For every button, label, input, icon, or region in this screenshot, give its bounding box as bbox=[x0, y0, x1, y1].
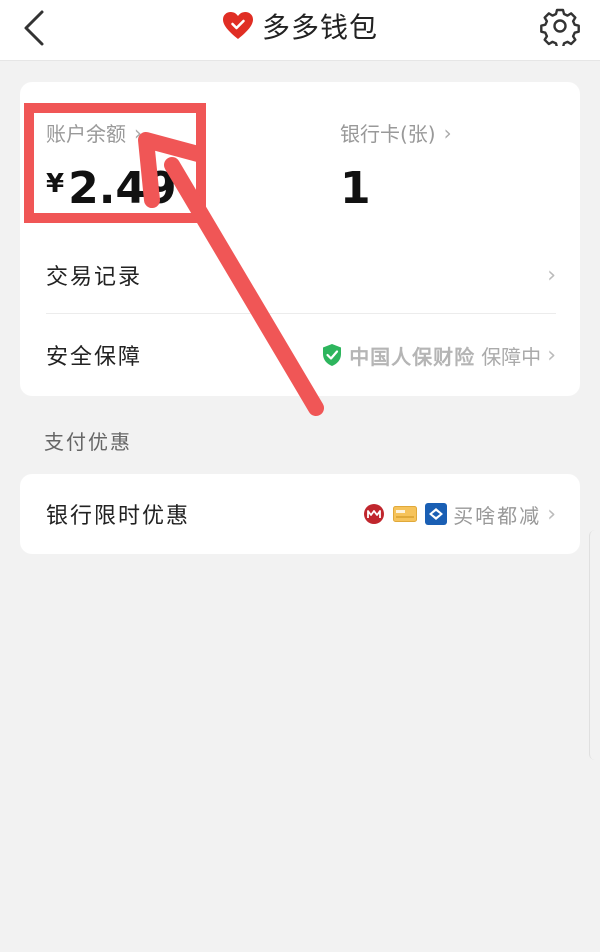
bank-cards-count: 1 bbox=[340, 163, 371, 214]
currency-symbol: ¥ bbox=[46, 169, 65, 199]
promo-text: 买啥都减 bbox=[453, 503, 542, 528]
page-title: 多多钱包 bbox=[261, 11, 378, 44]
chevron-right-icon: › bbox=[443, 120, 452, 145]
transaction-records-row[interactable]: 交易记录 › bbox=[20, 236, 580, 314]
chevron-right-icon: › bbox=[547, 501, 556, 527]
insurance-status: 保障中 bbox=[481, 344, 542, 369]
bank-offer-row[interactable]: 银行限时优惠 买啥都减 › bbox=[20, 475, 580, 553]
payment-offers-title: 支付优惠 bbox=[44, 430, 132, 454]
card-icon bbox=[393, 506, 418, 522]
wallet-card: 账户余额 › ¥ 2.49 银行卡(张) › 1 交易记录 › 安全保障 中国人… bbox=[20, 82, 580, 396]
divider bbox=[46, 313, 556, 314]
security-row[interactable]: 安全保障 中国人保财险 保障中 › bbox=[20, 316, 580, 394]
page-title-group: 多多钱包 bbox=[0, 0, 600, 52]
bank-cards[interactable]: 银行卡(张) › 1 bbox=[340, 118, 452, 215]
balance-value: 2.49 bbox=[68, 163, 177, 214]
bank-offer-label: 银行限时优惠 bbox=[46, 504, 191, 529]
chevron-right-icon: › bbox=[547, 262, 556, 288]
chevron-right-icon: › bbox=[134, 120, 142, 145]
top-bar: 多多钱包 bbox=[0, 0, 600, 61]
bank-cards-label: 银行卡(张) bbox=[340, 122, 436, 146]
offers-card: 银行限时优惠 买啥都减 › bbox=[20, 474, 580, 554]
insurer-name: 中国人保财险 bbox=[349, 344, 476, 369]
balance-label: 账户余额 bbox=[46, 122, 126, 146]
security-label: 安全保障 bbox=[46, 345, 143, 370]
balance-value-group: ¥ 2.49 bbox=[46, 163, 177, 214]
chevron-right-icon: › bbox=[547, 342, 556, 368]
settings-button[interactable] bbox=[540, 6, 580, 49]
account-balance[interactable]: 账户余额 › ¥ 2.49 bbox=[46, 118, 177, 215]
wallet-heart-icon bbox=[222, 12, 253, 39]
cmb-bank-icon bbox=[364, 504, 385, 524]
shield-check-icon bbox=[323, 344, 342, 366]
gear-icon bbox=[540, 8, 580, 49]
bank-icon bbox=[425, 503, 448, 525]
transaction-records-label: 交易记录 bbox=[46, 265, 143, 290]
scroll-edge bbox=[589, 530, 600, 760]
